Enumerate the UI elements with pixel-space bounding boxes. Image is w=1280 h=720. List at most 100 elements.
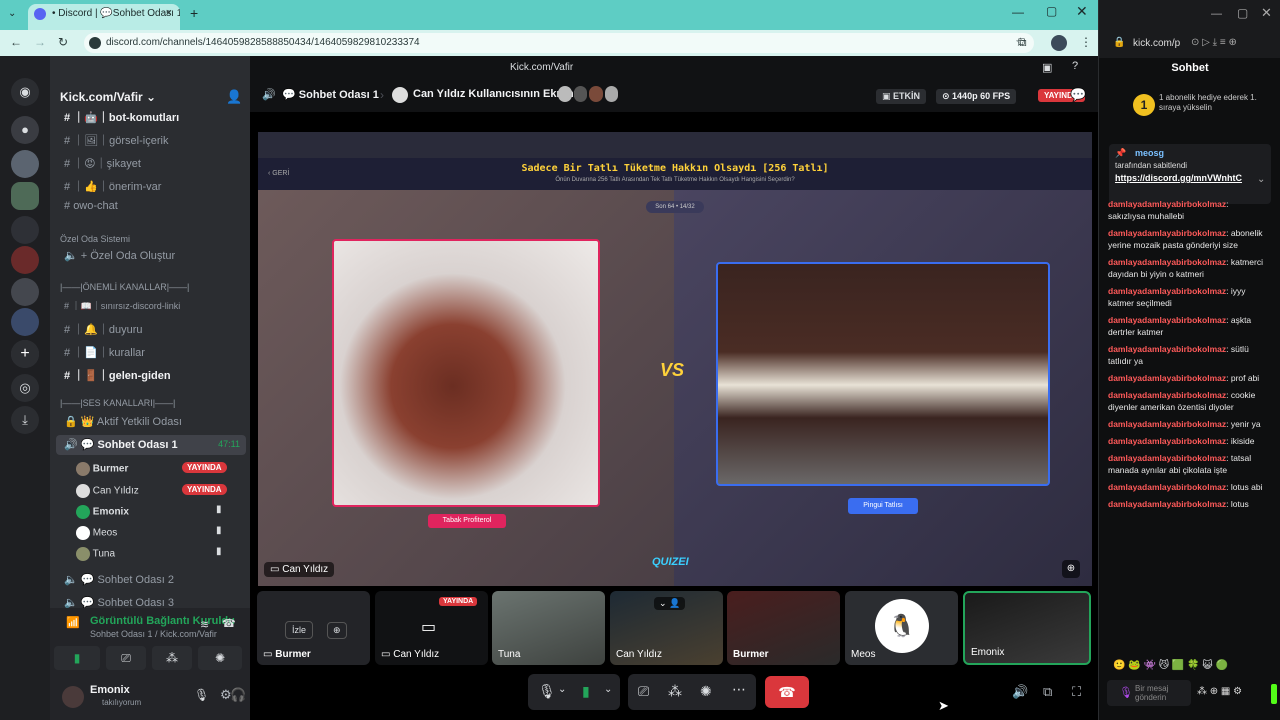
chat-bubble-icon[interactable]: 💬: [1070, 87, 1086, 103]
server-icon[interactable]: ●: [11, 116, 39, 144]
participant-tile[interactable]: Burmer: [727, 591, 840, 665]
chat-username[interactable]: damlayadamlayabirbokolmaz: [1108, 257, 1226, 267]
download-icon[interactable]: ⤓: [11, 406, 39, 434]
quiz-choice-left-image[interactable]: [332, 239, 600, 507]
back-icon[interactable]: ←: [10, 35, 22, 49]
gift-text[interactable]: 1 abonelik hediye ederek 1. sıraya yükse…: [1159, 93, 1259, 113]
participant-tile[interactable]: ⌄ 👤 Can Yıldız: [610, 591, 723, 665]
side-toolbar-icons[interactable]: ⊙ ▷ ⤓ ≡ ⊕: [1191, 37, 1237, 48]
server-icon[interactable]: [11, 216, 39, 244]
avatar[interactable]: [62, 686, 84, 708]
maximize-icon[interactable]: ▢: [1237, 6, 1248, 20]
close-window-icon[interactable]: ✕: [1261, 5, 1272, 21]
channel-gelen-giden[interactable]: # ｜🚪｜gelen-giden: [56, 364, 246, 384]
close-tab-icon[interactable]: ×: [166, 7, 172, 19]
quiz-choice-left-label[interactable]: Tabak Profiterol: [428, 514, 506, 528]
headphones-icon[interactable]: 🎧: [230, 687, 246, 703]
server-icon[interactable]: [11, 308, 39, 336]
channel-ozel-oda-olustur[interactable]: 🔈 + Özel Oda Oluştur: [56, 246, 246, 266]
chat-username[interactable]: damlayadamlayabirbokolmaz: [1108, 419, 1226, 429]
category-ozel-oda[interactable]: Özel Oda Sistemi: [60, 234, 130, 244]
popout-icon[interactable]: ⊕: [327, 622, 347, 639]
inbox-icon[interactable]: ▣: [1042, 61, 1052, 74]
url-field[interactable]: discord.com/channels/1464059828588850434…: [84, 33, 1034, 53]
pinned-message[interactable]: 📌 meosg tarafından sabitlendi https://di…: [1109, 144, 1271, 204]
chat-username[interactable]: damlayadamlayabirbokolmaz: [1108, 373, 1226, 383]
chat-username[interactable]: damlayadamlayabirbokolmaz: [1108, 390, 1226, 400]
server-icon[interactable]: [11, 246, 39, 274]
voice-channel-aktif-yetkili[interactable]: 🔒 👑 Aktif Yetkili Odası: [56, 412, 246, 432]
channel-owo-chat[interactable]: # owo-chat: [56, 197, 246, 217]
channel-duyuru[interactable]: # ｜🔔｜duyuru: [56, 318, 246, 338]
extensions-icon[interactable]: ⧉: [1018, 35, 1027, 50]
server-icon[interactable]: [11, 150, 39, 178]
participant-tile[interactable]: 🐧 Meos: [845, 591, 958, 665]
channel-bot-komutlari[interactable]: # ｜🤖｜bot-komutları: [56, 106, 246, 126]
microphone-icon[interactable]: 🎙: [194, 688, 209, 702]
soundboard-icon[interactable]: ✺: [700, 683, 712, 700]
leave-call-button[interactable]: ☎: [765, 676, 809, 708]
server-icon[interactable]: [11, 278, 39, 306]
voice-channel-sohbet-odasi-2[interactable]: 🔈 💬 Sohbet Odası 2: [56, 570, 246, 590]
voice-user-meos[interactable]: Meos ▮: [76, 522, 246, 542]
participant-tile[interactable]: İzle ⊕ ▭ Burmer: [257, 591, 370, 665]
forward-icon[interactable]: →: [34, 35, 46, 49]
noise-suppression-icon[interactable]: ≋: [200, 618, 209, 631]
browser-menu-icon[interactable]: ⋮: [1080, 35, 1092, 49]
emote-bar[interactable]: 🙂 🐸 👾 😼 🟩 🍀 😺 🟢: [1113, 660, 1273, 674]
screen-share-button[interactable]: ⎚: [106, 646, 146, 670]
quiz-back-button[interactable]: ‹ GERİ: [268, 170, 289, 177]
chat-username[interactable]: damlayadamlayabirbokolmaz: [1108, 499, 1226, 509]
category-onemli-kanallar[interactable]: |——|ÖNEMLİ KANALLAR|——|: [60, 282, 189, 292]
channel-sinirsiz-discord-linki[interactable]: # ｜📖｜sınırsız-discord-linki: [56, 296, 246, 316]
server-icon-active[interactable]: [11, 182, 39, 210]
chevron-down-icon[interactable]: ⌄: [604, 684, 612, 695]
zoom-icon[interactable]: ⊕: [1062, 560, 1080, 578]
browser-tab[interactable]: • Discord | 💬Sohbet Odası 1 ×: [28, 4, 180, 30]
chat-tools-icons[interactable]: ⁂ ⊕ ▦ ⚙: [1197, 686, 1242, 697]
voice-user-burmer[interactable]: Burmer YAYINDA: [76, 458, 246, 478]
participant-tile[interactable]: YAYINDA ▭ ▭ Can Yıldız: [375, 591, 488, 665]
site-info-icon[interactable]: [89, 37, 101, 49]
chat-username[interactable]: damlayadamlayabirbokolmaz: [1108, 453, 1226, 463]
minimize-icon[interactable]: —: [1012, 5, 1024, 19]
tab-list-icon[interactable]: ⌄: [8, 8, 16, 19]
chat-username[interactable]: damlayadamlayabirbokolmaz: [1108, 344, 1226, 354]
voice-user-emonix[interactable]: Emonix ▮: [76, 501, 246, 521]
quality-pill[interactable]: ⊙ 1440p 60 FPS: [936, 89, 1017, 104]
watch-stream-button[interactable]: İzle: [285, 621, 314, 639]
invite-people-icon[interactable]: 👤: [226, 89, 242, 105]
connection-location[interactable]: Sohbet Odası 1 / Kick.com/Vafir: [90, 629, 217, 639]
more-icon[interactable]: ⋯: [732, 681, 746, 698]
soundboard-button[interactable]: ✺: [198, 646, 242, 670]
profile-avatar[interactable]: [1051, 35, 1067, 51]
tile-options-icon[interactable]: ⌄ 👤: [654, 597, 686, 610]
category-ses-kanallari[interactable]: |——|SES KANALLARI|——|: [60, 398, 175, 408]
screen-share-view[interactable]: Sadece Bir Tatlı Tüketme Hakkın Olsaydı …: [258, 132, 1092, 586]
chevron-down-icon[interactable]: ⌄: [1257, 174, 1265, 185]
chat-username[interactable]: damlayadamlayabirbokolmaz: [1108, 199, 1226, 209]
minimize-icon[interactable]: —: [1211, 8, 1222, 20]
help-icon[interactable]: ?: [1072, 60, 1078, 72]
user-settings-gear-icon[interactable]: ⚙: [220, 687, 232, 703]
channel-gorsel-icerik[interactable]: # ｜🖼｜görsel-içerik: [56, 129, 246, 149]
close-window-icon[interactable]: ✕: [1076, 3, 1088, 20]
send-button[interactable]: [1271, 684, 1277, 704]
chevron-down-icon[interactable]: ⌄: [558, 684, 566, 695]
fullscreen-icon[interactable]: ⛶: [1072, 684, 1081, 700]
add-server-icon[interactable]: +: [11, 340, 39, 368]
activities-icon[interactable]: ⁂: [668, 683, 682, 700]
quiz-choice-right-image[interactable]: [716, 262, 1050, 486]
pinned-link[interactable]: https://discord.gg/mnVWnhtC: [1115, 173, 1255, 184]
channel-onerim-var[interactable]: # ｜👍｜önerim-var: [56, 175, 246, 195]
chat-username[interactable]: damlayadamlayabirbokolmaz: [1108, 482, 1226, 492]
chat-username[interactable]: damlayadamlayabirbokolmaz: [1108, 228, 1226, 238]
activities-button[interactable]: ⁂: [152, 646, 192, 670]
voice-user-can-yildiz[interactable]: Can Yıldız YAYINDA: [76, 480, 246, 500]
microphone-icon[interactable]: 🎙: [538, 683, 556, 700]
lock-icon[interactable]: 🔒: [1113, 37, 1125, 48]
viewer-avatars[interactable]: [558, 86, 618, 104]
new-tab-icon[interactable]: +: [190, 5, 198, 21]
channel-sikayet[interactable]: # ｜😡｜şikayet: [56, 152, 246, 172]
discover-icon[interactable]: ◎: [11, 374, 39, 402]
